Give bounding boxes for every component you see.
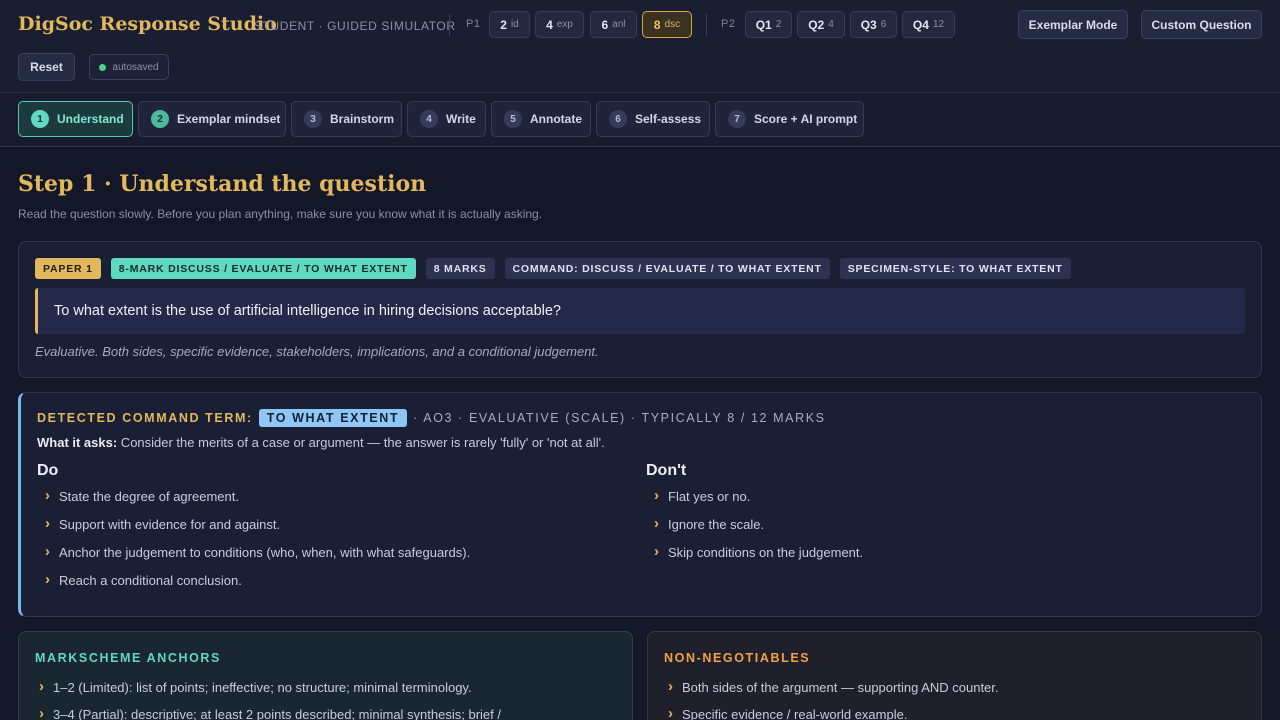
- command-term-badge: TO WHAT EXTENT: [258, 409, 408, 427]
- page-title: Step 1 · Understand the question: [18, 171, 427, 197]
- status-dot-icon: [99, 63, 107, 71]
- anchor-item: 1–2 (Limited): list of points; ineffecti…: [35, 678, 501, 707]
- chip-main: 4: [546, 17, 553, 32]
- what-it-asks-text: Consider the merits of a case or argumen…: [117, 435, 605, 450]
- steps-bar: 1 Understand 2 Exemplar mindset 3 Brains…: [0, 93, 1280, 147]
- chip-main: Q2: [808, 17, 825, 32]
- do-item: Reach a conditional conclusion.: [39, 571, 470, 601]
- do-item: State the degree of agreement.: [39, 487, 470, 517]
- tag-question-type: 8-MARK DISCUSS / EVALUATE / TO WHAT EXTE…: [110, 258, 416, 279]
- step-label: Write: [446, 112, 476, 126]
- dont-item: Flat yes or no.: [648, 487, 863, 517]
- chip-main: Q3: [860, 17, 877, 32]
- autosave-label: autosaved: [112, 61, 159, 73]
- anchor-item: 3–4 (Partial): descriptive; at least 2 p…: [35, 705, 501, 720]
- step-number: 7: [728, 110, 746, 128]
- markscheme-anchors-list: 1–2 (Limited): list of points; ineffecti…: [35, 678, 501, 720]
- command-term-card: DETECTED COMMAND TERM: TO WHAT EXTENT · …: [18, 392, 1262, 617]
- chip-main: 8: [653, 17, 661, 32]
- paper1-label: P1: [466, 18, 481, 30]
- page-lead: Read the question slowly. Before you pla…: [18, 207, 543, 221]
- step-label: Score + AI prompt: [754, 112, 858, 126]
- command-term-label: DETECTED COMMAND TERM:: [37, 411, 253, 425]
- do-item: Support with evidence for and against.: [39, 515, 470, 545]
- non-negotiable-item: Specific evidence / real-world example.: [664, 705, 999, 720]
- tag-command: COMMAND: DISCUSS / EVALUATE / TO WHAT EX…: [504, 258, 830, 279]
- what-it-asks: What it asks: Consider the merits of a c…: [37, 435, 605, 450]
- step-label: Self-assess: [635, 112, 702, 126]
- step-number: 5: [504, 110, 522, 128]
- reset-button[interactable]: Reset: [18, 53, 75, 81]
- what-it-asks-label: What it asks:: [37, 435, 118, 450]
- p1-4-mark-chip[interactable]: 4 exp: [535, 11, 584, 38]
- step-annotate[interactable]: 5 Annotate: [491, 101, 591, 137]
- dont-heading: Don't: [646, 462, 687, 479]
- step-self-assess[interactable]: 6 Self-assess: [596, 101, 710, 137]
- chip-sub: 4: [828, 19, 834, 30]
- step-label: Brainstorm: [330, 112, 395, 126]
- p1-6-mark-chip[interactable]: 6 anl: [590, 11, 637, 38]
- p2-q1-chip[interactable]: Q1 2: [745, 11, 792, 38]
- chip-sub: 2: [775, 19, 782, 30]
- step-understand[interactable]: 1 Understand: [18, 101, 133, 137]
- exemplar-mode-button[interactable]: Exemplar Mode: [1018, 10, 1128, 39]
- p2-q2-chip[interactable]: Q2 4: [797, 11, 845, 38]
- chip-main: 6: [601, 17, 609, 32]
- question-note: Evaluative. Both sides, specific evidenc…: [35, 344, 599, 359]
- step-number: 4: [420, 110, 438, 128]
- step-score-ai-prompt[interactable]: 7 Score + AI prompt: [715, 101, 864, 137]
- divider: [706, 14, 707, 36]
- command-term-line: DETECTED COMMAND TERM: TO WHAT EXTENT · …: [37, 409, 826, 427]
- p2-q4-chip[interactable]: Q4 12: [902, 11, 955, 38]
- do-item: Anchor the judgement to conditions (who,…: [39, 543, 470, 573]
- non-negotiables-title: NON-NEGOTIABLES: [664, 651, 811, 665]
- dont-item: Ignore the scale.: [648, 515, 863, 545]
- question-card: PAPER 1 8-MARK DISCUSS / EVALUATE / TO W…: [18, 241, 1262, 378]
- chip-sub: 12: [932, 19, 945, 30]
- do-heading: Do: [37, 462, 59, 479]
- chip-sub: exp: [556, 19, 573, 30]
- chip-sub: dsc: [664, 19, 681, 30]
- step-number: 2: [151, 110, 169, 128]
- p2-q3-chip[interactable]: Q3 6: [850, 11, 897, 38]
- chip-sub: id: [510, 19, 519, 30]
- p1-8-mark-chip[interactable]: 8 dsc: [642, 11, 692, 38]
- do-list: State the degree of agreement. Support w…: [39, 487, 470, 601]
- dont-list: Flat yes or no. Ignore the scale. Skip c…: [648, 487, 863, 573]
- step-brainstorm[interactable]: 3 Brainstorm: [291, 101, 402, 137]
- question-tags: PAPER 1 8-MARK DISCUSS / EVALUATE / TO W…: [35, 258, 1071, 279]
- step-write[interactable]: 4 Write: [407, 101, 486, 137]
- tag-specimen-style: SPECIMEN-STYLE: TO WHAT EXTENT: [839, 258, 1071, 279]
- chip-sub: 6: [880, 19, 887, 30]
- chip-main: 2: [500, 17, 507, 32]
- chip-main: Q1: [755, 17, 772, 32]
- step-number: 3: [304, 110, 322, 128]
- markscheme-anchors-card: MARKSCHEME ANCHORS 1–2 (Limited): list o…: [18, 631, 633, 720]
- custom-question-button[interactable]: Custom Question: [1141, 10, 1262, 39]
- dont-item: Skip conditions on the judgement.: [648, 543, 863, 573]
- tag-marks: 8 MARKS: [425, 258, 495, 279]
- app-subtitle: STUDENT · GUIDED SIMULATOR: [254, 19, 456, 33]
- step-label: Understand: [57, 112, 124, 126]
- app-header: DigSoc Response Studio STUDENT · GUIDED …: [0, 0, 1280, 93]
- chip-main: Q4: [912, 17, 929, 32]
- p1-2-mark-chip[interactable]: 2 id: [489, 11, 530, 38]
- divider: [449, 14, 450, 36]
- step-label: Exemplar mindset: [177, 112, 281, 126]
- non-negotiables-card: NON-NEGOTIABLES Both sides of the argume…: [647, 631, 1262, 720]
- paper2-label: P2: [721, 18, 736, 30]
- non-negotiables-list: Both sides of the argument — supporting …: [664, 678, 999, 720]
- chip-sub: anl: [612, 19, 626, 30]
- step-number: 1: [31, 110, 49, 128]
- step-exemplar-mindset[interactable]: 2 Exemplar mindset: [138, 101, 286, 137]
- command-term-meta: · AO3 · EVALUATIVE (SCALE) · TYPICALLY 8…: [413, 411, 826, 425]
- non-negotiable-item: Both sides of the argument — supporting …: [664, 678, 999, 707]
- step-label: Annotate: [530, 112, 582, 126]
- autosave-status: autosaved: [89, 54, 169, 80]
- tag-paper: PAPER 1: [35, 258, 101, 279]
- app-title: DigSoc Response Studio: [18, 13, 277, 35]
- step-number: 6: [609, 110, 627, 128]
- question-text: To what extent is the use of artificial …: [35, 288, 1245, 334]
- markscheme-anchors-title: MARKSCHEME ANCHORS: [35, 651, 221, 665]
